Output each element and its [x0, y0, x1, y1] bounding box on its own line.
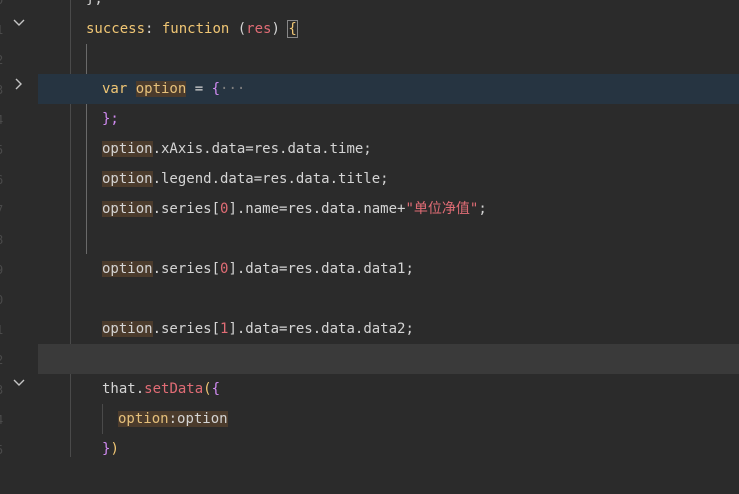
folded-ellipsis[interactable]: ··· [220, 81, 245, 97]
editor-gutter: 0 1 2 3 4 5 6 7 8 9 0 1 2 3 4 5 [0, 0, 38, 457]
code-token: }; [102, 111, 119, 127]
chevron-right-icon[interactable] [10, 75, 28, 93]
cursor-line[interactable] [38, 344, 739, 374]
code-line[interactable]: option.series[1].data=res.data.data2; [38, 314, 739, 344]
chevron-down-icon[interactable] [10, 374, 28, 392]
code-token: res [246, 21, 272, 37]
line-number: 5 [0, 135, 6, 165]
code-token: function [161, 21, 230, 37]
code-line[interactable]: option.legend.data=res.data.title; [38, 164, 739, 194]
code-token: setData [144, 381, 204, 397]
chevron-down-icon[interactable] [10, 14, 28, 32]
line-number: 6 [0, 165, 6, 195]
code-line[interactable]: option.series[0].name=res.data.name+"单位净… [38, 194, 739, 224]
code-token: option [135, 81, 187, 97]
line-number: 2 [0, 345, 6, 375]
code-token: option [102, 261, 153, 277]
code-line[interactable]: option.series[0].data=res.data.data1; [38, 254, 739, 284]
code-line[interactable]: }; [38, 104, 739, 134]
code-line[interactable]: that.setData({ [38, 374, 739, 404]
line-number: 4 [0, 405, 6, 435]
code-token: option [102, 171, 153, 187]
code-token: success [86, 21, 146, 37]
code-line[interactable]: }; [38, 0, 739, 14]
code-line-active[interactable]: var option = {··· [38, 74, 739, 104]
line-number: 5 [0, 435, 6, 465]
code-line[interactable]: success: function (res) { [38, 14, 739, 44]
line-number: 9 [0, 255, 6, 285]
code-token: option [102, 321, 153, 337]
line-number: 0 [0, 285, 6, 315]
line-number: 3 [0, 75, 6, 105]
code-text: }; [86, 0, 103, 14]
code-line[interactable]: }) [38, 434, 739, 464]
code-token: option [102, 201, 153, 217]
code-line[interactable]: option:option [38, 404, 739, 434]
line-number: 1 [0, 15, 6, 45]
string-literal: "单位净值" [405, 201, 479, 217]
line-number: 3 [0, 375, 6, 405]
code-line[interactable]: option.xAxis.data=res.data.time; [38, 134, 739, 164]
code-token: option [102, 141, 153, 157]
line-number: 1 [0, 315, 6, 345]
code-token: { [287, 20, 298, 38]
code-token: option [118, 411, 169, 427]
line-number: 4 [0, 105, 6, 135]
code-token: option [177, 411, 228, 427]
code-token: var [102, 81, 136, 97]
line-number: 8 [0, 225, 6, 255]
line-number: 7 [0, 195, 6, 225]
code-token: { [211, 81, 221, 97]
line-number: 2 [0, 45, 6, 75]
line-number: 0 [0, 0, 6, 15]
